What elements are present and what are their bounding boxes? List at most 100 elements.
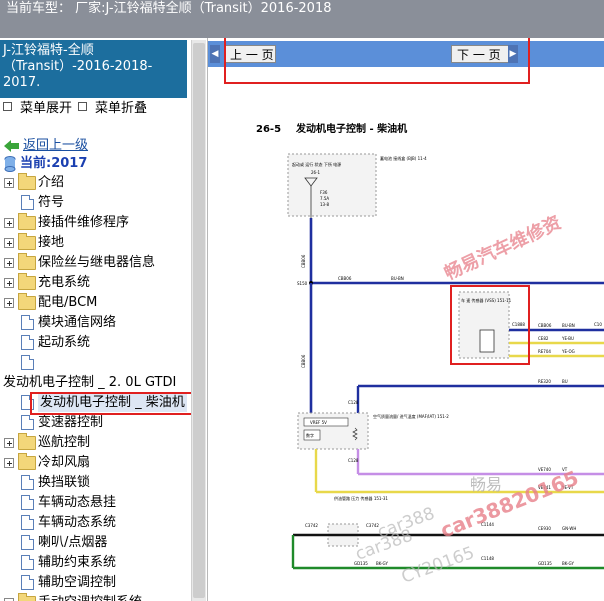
expand-label: 菜单展开: [20, 101, 73, 116]
wire-label-ve740: VE740: [538, 467, 551, 472]
tree-item[interactable]: 发动机电子控制 _ 2. 0L GTDI: [0, 374, 190, 392]
wire-label-cbb06-h: CBB06: [338, 276, 352, 281]
back-arrow-icon: [4, 140, 19, 152]
wire-label-re320: RE320: [538, 379, 551, 384]
document-icon: [21, 535, 34, 550]
tree-item[interactable]: 辅助约束系统: [0, 554, 190, 572]
tree-item-label: 配电/BCM: [38, 295, 98, 310]
tree-item-label: 车辆动态系统: [38, 515, 117, 530]
tree-item-label: 喇叭/点烟器: [38, 535, 108, 550]
sidebar-scrollbar[interactable]: [191, 40, 206, 601]
maf-vref-label: VREF 5V: [310, 420, 327, 425]
sidebar-head: J-江铃福特-全顺（Transit）-2016-2018- 2017.: [0, 40, 187, 98]
tree-item[interactable]: 模块通信网络: [0, 314, 190, 332]
sidebar: J-江铃福特-全顺（Transit）-2016-2018- 2017. 菜单展开…: [0, 38, 208, 601]
expand-toggle-icon[interactable]: [4, 178, 14, 188]
folder-icon: [18, 213, 36, 230]
watermark-text-1: 畅易汽车维修资: [441, 211, 564, 284]
collapse-menu-button[interactable]: 菜单折叠: [78, 101, 147, 117]
expand-toggle-icon[interactable]: [4, 438, 14, 448]
document-icon: [21, 475, 34, 490]
watermark-text-5: CY20165: [399, 543, 477, 588]
expand-menu-button[interactable]: 菜单展开: [3, 101, 72, 117]
tree-item[interactable]: 冷却风扇: [0, 453, 190, 472]
tree-item-label: 手动空调控制系统: [38, 594, 142, 601]
document-icon: [21, 495, 34, 510]
watermark-text-6: car38820165: [437, 465, 582, 542]
document-icon: [21, 335, 34, 350]
tree-item-label: 起动系统: [38, 335, 91, 350]
tree-item[interactable]: 充电系统: [0, 273, 190, 292]
folder-icon: [18, 173, 36, 190]
tree-item[interactable]: 配电/BCM: [0, 293, 190, 312]
tree-item[interactable]: [0, 354, 190, 372]
window-title: 当前车型： 厂家:J-江铃福特全顺（Transit）2016-2018: [6, 1, 332, 16]
wire-label-bu: BU: [562, 379, 568, 384]
pressure-sensor-title: 供油管路 压力 传感器 151-31: [334, 495, 388, 501]
tree-item[interactable]: 车辆动态系统: [0, 514, 190, 532]
tree-item[interactable]: 保险丝与继电器信息: [0, 253, 190, 272]
fusebox-title: 蓄电池 接线盒 (BJB) 11-4: [380, 155, 427, 161]
scroll-thumb[interactable]: [193, 43, 205, 598]
expand-toggle-icon[interactable]: [4, 238, 14, 248]
tree-item[interactable]: 辅助空调控制: [0, 574, 190, 592]
tree-item[interactable]: 接地: [0, 233, 190, 252]
wire-label-ce82: CE82: [538, 336, 549, 341]
tree-item[interactable]: 巡航控制: [0, 433, 190, 452]
document-icon: [21, 315, 34, 330]
tree-item[interactable]: 起动系统: [0, 334, 190, 352]
wire-label-ye-og: YE-OG: [561, 349, 575, 354]
wire-label-gd135-b: GD135: [538, 561, 552, 566]
tree-item-label: 接插件维修程序: [38, 215, 130, 230]
tree-item[interactable]: 换挡联锁: [0, 474, 190, 492]
folder-icon: [18, 433, 36, 450]
tree-item[interactable]: 手动空调控制系统: [0, 593, 190, 601]
wire-label-re704: RE704: [538, 349, 551, 354]
wire-label-cbb06-v2: CBB06: [301, 354, 306, 368]
document-icon: [21, 415, 34, 430]
wire-label-c10: C10: [594, 322, 602, 327]
selected-item-highlight: [30, 392, 204, 415]
tree-item[interactable]: 接插件维修程序: [0, 213, 190, 232]
fuse-rating: 7.5A: [320, 196, 329, 201]
vss-title: 车 速 传感器 (VSS) 151-11: [461, 297, 512, 303]
wire-label-cbb06-vss: CBB06: [538, 323, 552, 328]
wiring-diagram: 26-5 发动机电子控制 - 柴油机 蓄电池 接线盒 (BJB) 11-4 起动…: [256, 122, 604, 588]
wire-label-cbb06-v: CBB06: [301, 254, 306, 268]
tree-item[interactable]: 喇叭/点烟器: [0, 534, 190, 552]
tree-item-label: 介绍: [38, 175, 65, 190]
tree-item-label: 冷却风扇: [38, 455, 91, 470]
wire-label-gn-wh: GN-WH: [562, 526, 576, 531]
tree-item[interactable]: 介绍: [0, 173, 190, 192]
expand-toggle-icon[interactable]: [4, 218, 14, 228]
expand-toggle-icon[interactable]: [4, 298, 14, 308]
document-icon: [21, 555, 34, 570]
fuse-term: 13-8: [320, 202, 330, 207]
section-number: 26-5: [256, 124, 281, 135]
tree-item[interactable]: 车辆动态悬挂: [0, 494, 190, 512]
tree-item[interactable]: 变速器控制: [0, 414, 190, 432]
wire-label-ye-bu: YE-BU: [561, 336, 574, 341]
tree-item-label: 接地: [38, 235, 65, 250]
collapse-icon: [78, 102, 87, 111]
wire-label-c128-top: C128: [348, 400, 359, 405]
wire-label-bk-gy-b: BK-GY: [562, 561, 574, 566]
expand-toggle-icon[interactable]: [4, 278, 14, 288]
wire-label-c1888: C1888: [512, 322, 525, 327]
tree-item-label: 发动机电子控制 _ 2. 0L GTDI: [3, 375, 177, 390]
fuse-ref: 26-1: [311, 170, 321, 175]
prev-arrow-icon[interactable]: ◀: [210, 45, 220, 63]
folder-icon: [18, 293, 36, 310]
tree-item[interactable]: 符号: [0, 194, 190, 212]
tree-item-label: 换挡联锁: [38, 475, 91, 490]
document-icon: [21, 515, 34, 530]
tree-item-label: 充电系统: [38, 275, 91, 290]
wire-label-c1148: C1148: [481, 556, 494, 561]
folder-icon: [18, 253, 36, 270]
tree-item-label: 符号: [38, 195, 65, 210]
expand-toggle-icon[interactable]: [4, 458, 14, 468]
folder-icon: [18, 233, 36, 250]
tree-item-label: 模块通信网络: [38, 315, 117, 330]
expand-toggle-icon[interactable]: [4, 258, 14, 268]
wire-label-bu-bn: BU-BN: [391, 276, 404, 281]
